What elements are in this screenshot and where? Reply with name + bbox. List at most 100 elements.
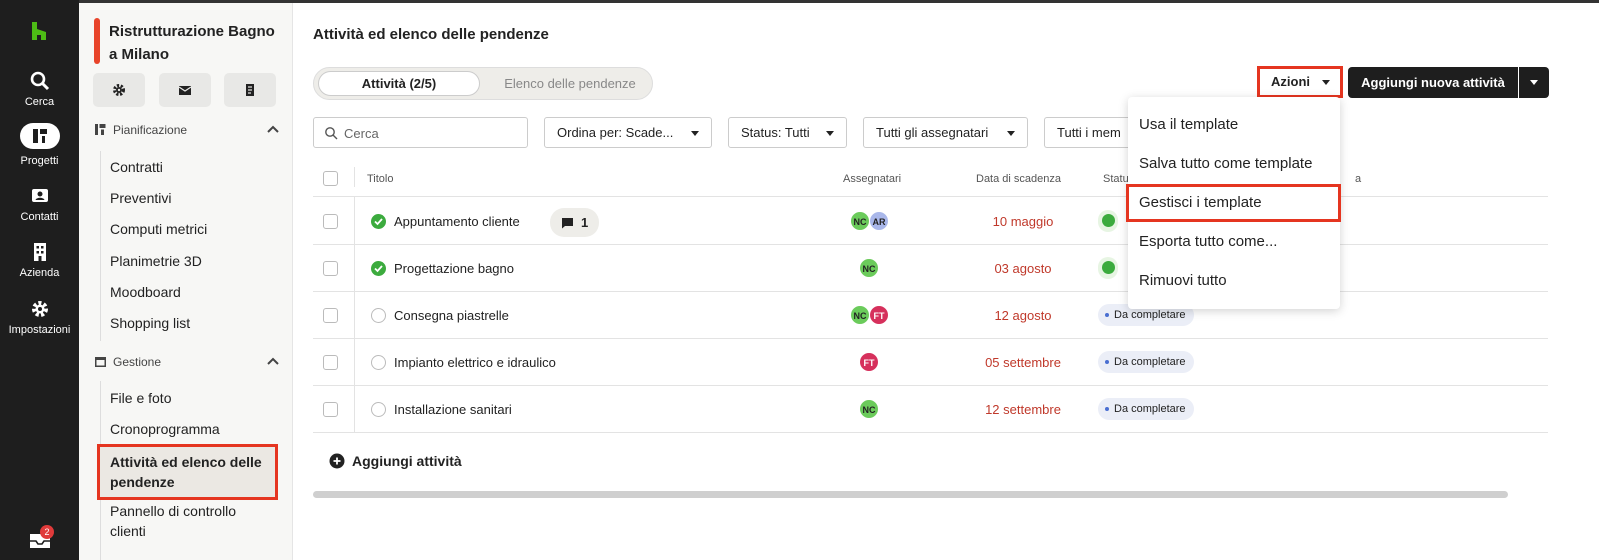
rail-item-label: Impostazioni (8, 324, 71, 336)
sidebar-item-file-foto[interactable]: File e foto (110, 388, 275, 408)
status-badge[interactable]: Da completare (1098, 398, 1194, 420)
assignee-filter[interactable]: Tutti gli assegnatari (863, 117, 1028, 148)
task-title[interactable]: Progettazione bagno (394, 261, 514, 276)
menu-item-save-as-template[interactable]: Salva tutto come template (1128, 145, 1340, 183)
menu-item-use-template[interactable]: Usa il template (1128, 106, 1340, 144)
row-checkbox[interactable] (323, 355, 338, 370)
avatar[interactable]: FT (859, 352, 879, 372)
avatar[interactable]: AR (869, 211, 889, 231)
contacts-icon (31, 189, 48, 202)
column-due-date[interactable]: Data di scadenza (976, 173, 1061, 185)
members-filter[interactable]: Tutti i mem (1044, 117, 1134, 148)
caret-down-icon (1530, 80, 1538, 85)
column-title[interactable]: Titolo (367, 173, 394, 185)
tab-punch-list[interactable]: Elenco delle pendenze (490, 71, 650, 96)
task-title[interactable]: Impianto elettrico e idraulico (394, 355, 556, 370)
completed-check-icon[interactable] (371, 261, 386, 276)
rail-item-company[interactable]: Azienda (0, 241, 79, 279)
row-checkbox[interactable] (323, 402, 338, 417)
app-rail: Cerca Progetti Contatti Azienda Impostaz… (0, 0, 79, 560)
comment-count: 1 (581, 215, 589, 230)
menu-item-export-all[interactable]: Esporta tutto come... (1128, 223, 1340, 261)
project-color-bar (94, 18, 100, 64)
sort-filter[interactable]: Ordina per: Scade... (544, 117, 712, 148)
table-row[interactable]: Installazione sanitari NC 12 settembre D… (313, 386, 1548, 433)
sidebar-item-planimetrie[interactable]: Planimetrie 3D (110, 251, 275, 271)
sidebar-item-cronoprogramma[interactable]: Cronoprogramma (110, 419, 275, 439)
column-extra[interactable]: a (1355, 173, 1361, 185)
caret-down-icon (1322, 80, 1330, 85)
building-icon (33, 243, 46, 261)
menu-item-remove-all[interactable]: Rimuovi tutto (1128, 262, 1340, 300)
project-settings-button[interactable] (93, 73, 145, 107)
search-box (313, 117, 528, 148)
task-title[interactable]: Appuntamento cliente (394, 214, 520, 229)
rail-item-search[interactable]: Cerca (0, 70, 79, 108)
sidebar-item-shopping-list[interactable]: Shopping list (110, 313, 275, 333)
rail-item-label: Cerca (24, 96, 55, 108)
sidebar-item-activities[interactable]: Attività ed elenco delle pendenze (97, 444, 278, 500)
task-title[interactable]: Consegna piastrelle (394, 308, 509, 323)
row-checkbox[interactable] (323, 261, 338, 276)
add-task-menu-button[interactable] (1519, 67, 1549, 98)
row-checkbox[interactable] (323, 308, 338, 323)
chevron-up-icon (267, 357, 279, 365)
completed-check-icon (1102, 214, 1115, 227)
table-row[interactable]: Consegna piastrelle NC FT 12 agosto Da c… (313, 292, 1548, 339)
avatar[interactable]: FT (869, 305, 889, 325)
avatar[interactable]: NC (850, 211, 870, 231)
filter-label: Tutti i mem (1057, 125, 1121, 140)
menu-item-manage-templates[interactable]: Gestisci i template (1126, 184, 1341, 222)
status-filter[interactable]: Status: Tutti (728, 117, 847, 148)
select-all-checkbox[interactable] (323, 171, 338, 186)
horizontal-scrollbar[interactable] (313, 491, 1508, 498)
add-task-button[interactable]: Aggiungi nuova attività (1348, 67, 1518, 98)
gear-icon (113, 84, 125, 96)
table-row[interactable]: Appuntamento cliente 1 NC AR 10 maggio (313, 198, 1548, 245)
project-title[interactable]: Ristrutturazione Bagno a Milano (109, 20, 287, 66)
sidebar-item-computi[interactable]: Computi metrici (110, 219, 275, 239)
table-row[interactable]: Impianto elettrico e idraulico FT 05 set… (313, 339, 1548, 386)
add-activity-label: Aggiungi attività (352, 453, 462, 469)
task-title[interactable]: Installazione sanitari (394, 402, 512, 417)
project-notes-button[interactable] (224, 73, 276, 107)
actions-label: Azioni (1271, 74, 1310, 89)
status-circle-icon[interactable] (371, 355, 386, 370)
tab-activities[interactable]: Attività (2/5) (318, 71, 480, 96)
status-circle-icon[interactable] (371, 308, 386, 323)
sidebar-item-moodboard[interactable]: Moodboard (110, 282, 275, 302)
status-badge[interactable]: Da completare (1098, 351, 1194, 373)
comment-icon (562, 218, 573, 229)
houzz-logo-icon[interactable] (28, 20, 50, 42)
rail-item-contacts[interactable]: Contatti (0, 185, 79, 223)
search-input[interactable] (344, 123, 519, 143)
column-assignees[interactable]: Assegnatari (843, 173, 901, 185)
sidebar-item-client-dashboard[interactable]: Pannello di controllo clienti (110, 501, 275, 541)
status-badge[interactable] (1098, 210, 1118, 232)
page-title: Attività ed elenco delle pendenze (313, 26, 549, 43)
due-date: 12 agosto (994, 308, 1052, 323)
actions-button[interactable]: Azioni (1257, 66, 1343, 98)
completed-check-icon[interactable] (371, 214, 386, 229)
rail-item-settings[interactable]: Impostazioni (0, 298, 79, 336)
status-badge[interactable] (1098, 257, 1118, 279)
sidebar-item-preventivi[interactable]: Preventivi (110, 188, 275, 208)
filter-label: Status: Tutti (741, 125, 810, 140)
avatar[interactable]: NC (859, 399, 879, 419)
rail-item-projects[interactable]: Progetti (0, 123, 79, 167)
main-content: Attività ed elenco delle pendenze Attivi… (293, 3, 1599, 560)
avatar[interactable]: NC (850, 305, 870, 325)
sidebar-item-contratti[interactable]: Contratti (110, 157, 275, 177)
comments-button[interactable]: 1 (550, 208, 599, 237)
filter-label: Ordina per: Scade... (557, 125, 674, 140)
filter-label: Tutti gli assegnatari (876, 125, 989, 140)
search-icon (325, 127, 338, 140)
project-mail-button[interactable] (159, 73, 211, 107)
caret-down-icon (691, 131, 699, 136)
avatar[interactable]: NC (859, 258, 879, 278)
table-row[interactable]: Progettazione bagno NC 03 agosto (313, 245, 1548, 292)
row-checkbox[interactable] (323, 214, 338, 229)
column-status[interactable]: Statu (1103, 173, 1129, 185)
rail-item-label: Contatti (20, 211, 59, 223)
status-circle-icon[interactable] (371, 402, 386, 417)
